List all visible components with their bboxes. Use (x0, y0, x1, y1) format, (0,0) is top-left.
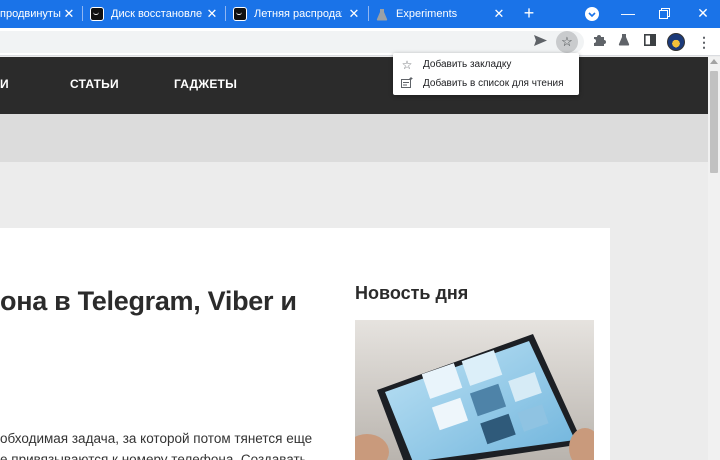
tab-separator (368, 6, 369, 21)
browser-tab-strip: продвинуты ✕ Диск восстановле ✕ Летняя р… (0, 0, 720, 28)
tab-1[interactable]: продвинуты ✕ (0, 3, 82, 25)
star-outline-icon: ☆ (401, 58, 413, 72)
menu-item-add-bookmark[interactable]: ☆ Добавить закладку (393, 55, 579, 75)
address-bar[interactable] (0, 31, 584, 53)
menu-dots-icon[interactable]: ⋮ (694, 32, 714, 52)
restore-icon[interactable] (647, 0, 681, 28)
nav-item-partial[interactable]: И (0, 77, 9, 91)
extensions-icon[interactable] (589, 32, 609, 52)
tab-title: Experiments (396, 8, 458, 20)
window-close-icon[interactable]: ✕ (686, 0, 720, 28)
tab-search-icon[interactable] (575, 0, 609, 28)
close-icon[interactable]: ✕ (492, 3, 506, 25)
labs-flask-icon[interactable] (614, 32, 634, 52)
tab-separator (82, 6, 83, 21)
menu-item-add-reading-list[interactable]: Добавить в список для чтения (393, 74, 579, 94)
new-tab-icon[interactable]: + (512, 0, 546, 28)
close-icon[interactable]: ✕ (205, 3, 219, 25)
tab-title: Диск восстановле (111, 8, 203, 20)
send-tab-icon[interactable] (530, 32, 550, 52)
reading-list-icon (400, 74, 414, 94)
side-panel-icon[interactable] (640, 32, 660, 52)
flask-favicon-icon (376, 7, 390, 21)
menu-item-label: Добавить в список для чтения (423, 78, 564, 89)
minimize-icon[interactable]: — (611, 0, 645, 28)
tab-title: продвинуты (0, 8, 61, 20)
tab-2[interactable]: Диск восстановле ✕ (90, 3, 228, 25)
tab-separator (225, 6, 226, 21)
site-navigation: И СТАТЬИ ГАДЖЕТЫ (0, 57, 708, 114)
browser-toolbar: ☆ ⋮ (0, 28, 720, 56)
page-scrollbar[interactable] (708, 57, 720, 460)
tab-3[interactable]: Летняя распродажа ✕ (233, 3, 365, 25)
banner-area (0, 114, 708, 162)
tab-4[interactable]: Experiments ✕ (376, 3, 512, 25)
profile-avatar[interactable] (667, 33, 685, 51)
scroll-up-arrow-icon[interactable] (710, 59, 718, 64)
news-of-day-image[interactable] (355, 320, 594, 460)
box-smile-favicon-icon (90, 7, 104, 21)
article-container: она в Telegram, Viber и обходимая задача… (0, 228, 610, 460)
scroll-thumb[interactable] (710, 71, 718, 173)
close-icon[interactable]: ✕ (347, 3, 361, 25)
article-text-line: е привязываются к номеру телефона. Созда… (0, 452, 307, 460)
close-icon[interactable]: ✕ (62, 3, 76, 25)
nav-item-gadgets[interactable]: ГАДЖЕТЫ (174, 77, 237, 91)
tab-title: Летняя распродажа (254, 8, 342, 20)
article-headline: она в Telegram, Viber и (0, 286, 297, 316)
nav-item-articles[interactable]: СТАТЬИ (70, 77, 119, 91)
bookmark-menu: ☆ Добавить закладку Добавить в список дл… (393, 53, 579, 95)
box-smile-favicon-icon (233, 7, 247, 21)
bookmark-star-icon[interactable]: ☆ (556, 31, 578, 53)
menu-item-label: Добавить закладку (423, 59, 512, 70)
article-text-line: обходимая задача, за которой потом тянет… (0, 431, 313, 446)
news-of-day-title: Новость дня (355, 283, 469, 303)
